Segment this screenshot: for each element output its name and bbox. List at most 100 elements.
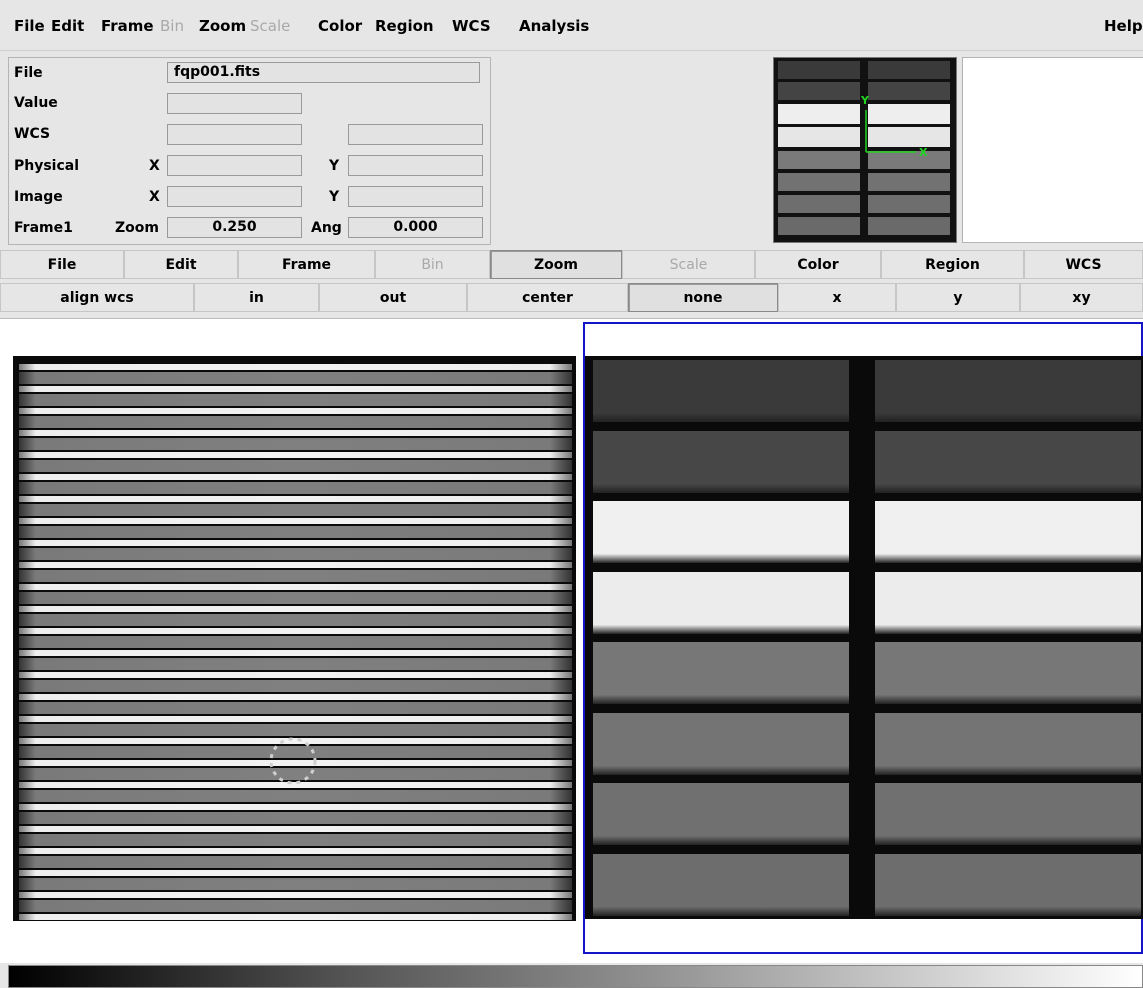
image-stripe — [19, 900, 572, 912]
menu-help[interactable]: Help — [1104, 17, 1143, 35]
button-region[interactable]: Region — [881, 250, 1024, 279]
button-orient-x[interactable]: x — [778, 283, 896, 312]
menu-zoom[interactable]: Zoom — [199, 17, 246, 35]
image-stripe — [19, 482, 572, 494]
menu-color[interactable]: Color — [318, 17, 362, 35]
amplifier-panel — [593, 501, 849, 563]
panner[interactable]: Y X — [773, 57, 957, 243]
image-stripe — [19, 372, 572, 384]
menu-bin[interactable]: Bin — [160, 17, 184, 35]
image-stripe — [19, 826, 572, 832]
image-label: Image — [14, 189, 63, 205]
physical-x-label: X — [149, 158, 160, 174]
image-stripe — [19, 504, 572, 516]
image-stripe — [19, 540, 572, 546]
amplifier-panel — [593, 642, 849, 704]
image-stripe — [19, 364, 572, 370]
image-stripe — [19, 636, 572, 648]
button-center[interactable]: center — [467, 283, 628, 312]
button-color[interactable]: Color — [755, 250, 881, 279]
image-stripe — [19, 672, 572, 678]
image-stripe — [19, 394, 572, 406]
physical-y-field — [348, 155, 483, 176]
image-stripe — [19, 716, 572, 722]
donut-artifact — [269, 737, 317, 785]
image-stripe — [19, 848, 572, 854]
physical-x-field — [167, 155, 302, 176]
amplifier-panel — [875, 712, 1141, 775]
button-wcs[interactable]: WCS — [1024, 250, 1143, 279]
image-stripe — [19, 474, 572, 480]
image-stripe — [19, 804, 572, 810]
amplifier-panel — [593, 430, 849, 493]
wcs-field-2 — [348, 124, 483, 145]
image-stripe — [19, 790, 572, 802]
image-stripe — [19, 680, 572, 692]
image-stripe — [19, 812, 572, 824]
button-bar-main: File Edit Frame Bin Zoom Scale Color Reg… — [0, 250, 1143, 280]
amplifier-panel — [593, 360, 849, 422]
button-scale[interactable]: Scale — [622, 250, 755, 279]
frame-1-image[interactable] — [13, 356, 576, 921]
image-stripe — [19, 914, 572, 920]
image-stripe — [19, 658, 572, 670]
info-panel: File fqp001.fits Value WCS Physical X Y … — [8, 57, 491, 245]
button-bar-zoom: align wcs in out center none x y xy — [0, 283, 1143, 313]
physical-label: Physical — [14, 158, 80, 174]
image-stripe — [19, 526, 572, 538]
image-stripe — [19, 416, 572, 428]
image-x-field — [167, 186, 302, 207]
menu-file[interactable]: File — [14, 17, 45, 35]
amplifier-panel — [875, 360, 1141, 422]
image-stripe — [19, 408, 572, 414]
amplifier-panel — [875, 642, 1141, 704]
amplifier-panel — [875, 853, 1141, 916]
file-field: fqp001.fits — [167, 62, 480, 83]
button-orient-xy[interactable]: xy — [1020, 283, 1143, 312]
image-stripe — [19, 460, 572, 472]
button-orient-y[interactable]: y — [896, 283, 1020, 312]
button-align-wcs[interactable]: align wcs — [0, 283, 194, 312]
ang-field: 0.000 — [348, 217, 483, 238]
image-stripe — [19, 570, 572, 582]
image-stripe — [19, 614, 572, 626]
amplifier-panel — [593, 853, 849, 916]
compass-y-label: Y — [860, 94, 870, 107]
menu-frame[interactable]: Frame — [101, 17, 154, 35]
amplifier-panel — [593, 571, 849, 634]
frame-2-image[interactable] — [585, 356, 1143, 919]
image-y-label: Y — [329, 189, 340, 205]
image-x-label: X — [149, 189, 160, 205]
button-zoom-in[interactable]: in — [194, 283, 319, 312]
button-frame[interactable]: Frame — [238, 250, 375, 279]
file-label: File — [14, 65, 43, 81]
menu-scale[interactable]: Scale — [250, 17, 290, 35]
image-stripe — [19, 870, 572, 876]
image-stripe — [19, 892, 572, 898]
menu-wcs[interactable]: WCS — [452, 17, 491, 35]
image-stripe — [19, 496, 572, 502]
magnifier — [962, 57, 1143, 243]
zoom-field: 0.250 — [167, 217, 302, 238]
button-zoom[interactable]: Zoom — [490, 250, 622, 279]
image-stripe — [19, 592, 572, 604]
button-orient-none[interactable]: none — [628, 283, 778, 312]
wcs-label: WCS — [14, 126, 51, 142]
image-stripe — [19, 562, 572, 568]
button-bin[interactable]: Bin — [375, 250, 490, 279]
value-label: Value — [14, 95, 58, 111]
panner-thumbnail: Y X — [774, 58, 956, 242]
menu-analysis[interactable]: Analysis — [519, 17, 589, 35]
wcs-field-1 — [167, 124, 302, 145]
ang-label: Ang — [311, 220, 342, 236]
button-file[interactable]: File — [0, 250, 124, 279]
menu-edit[interactable]: Edit — [51, 17, 84, 35]
amplifier-panel — [875, 430, 1141, 493]
button-zoom-out[interactable]: out — [319, 283, 467, 312]
amplifier-panel — [875, 783, 1141, 845]
colorbar[interactable] — [8, 965, 1143, 988]
button-edit[interactable]: Edit — [124, 250, 238, 279]
menu-bar: File Edit Frame Bin Zoom Scale Color Reg… — [0, 0, 1143, 51]
menu-region[interactable]: Region — [375, 17, 434, 35]
image-stripe — [19, 606, 572, 612]
